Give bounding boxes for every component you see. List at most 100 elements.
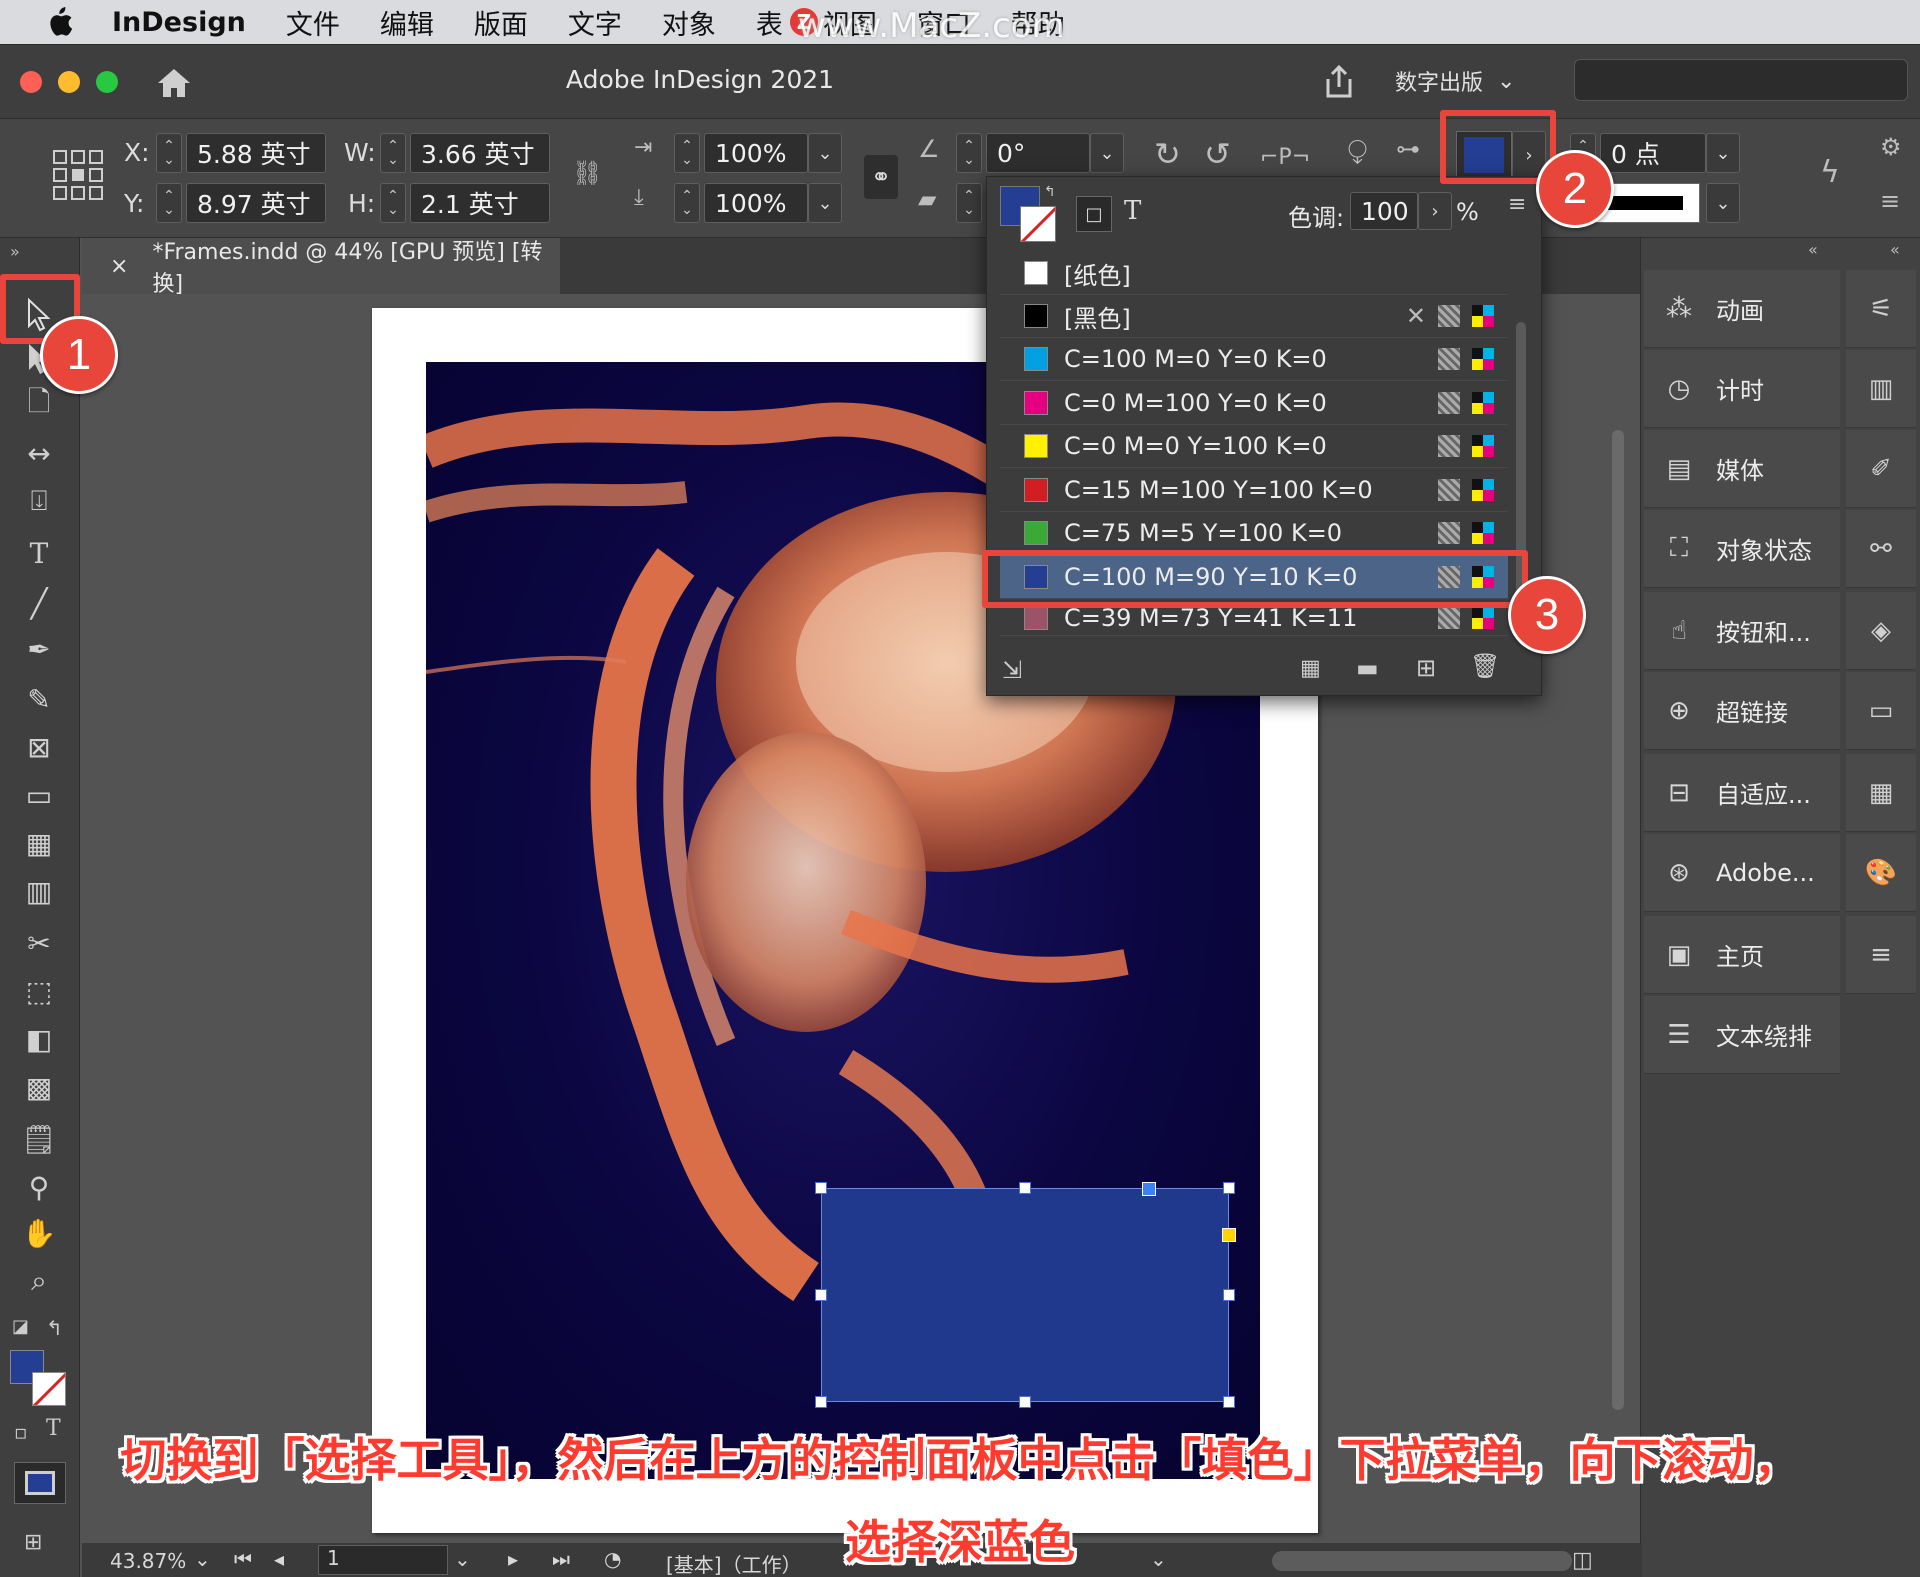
rotate-dropdown[interactable]: ⌄ bbox=[1090, 133, 1124, 173]
collapse-dock-icon[interactable]: « bbox=[1890, 240, 1900, 259]
document-tab[interactable]: × *Frames.indd @ 44% [GPU 预览] [转换] bbox=[82, 238, 560, 297]
panel-menu-icon[interactable]: ≡ bbox=[1880, 187, 1900, 215]
formatting-container-toggle[interactable]: □ bbox=[1076, 196, 1112, 232]
w-field[interactable]: 3.66 英寸 bbox=[410, 133, 550, 173]
scale-y-field[interactable]: 100% bbox=[704, 183, 808, 223]
scale-y-dropdown[interactable]: ⌄ bbox=[808, 183, 842, 223]
y-field[interactable]: 8.97 英寸 bbox=[186, 183, 326, 223]
frame-handle-mr[interactable] bbox=[1223, 1289, 1235, 1301]
gradient-swatch-tool-icon[interactable]: ◧ bbox=[16, 1020, 62, 1058]
frame-handle-ml[interactable] bbox=[815, 1289, 827, 1301]
panel-object-states[interactable]: ⛶ 对象状态 bbox=[1644, 510, 1840, 588]
panel-hyperlinks[interactable]: ⊕ 超链接 bbox=[1644, 672, 1840, 750]
swap-fill-stroke-icon[interactable]: ↰ bbox=[1044, 184, 1056, 200]
swap-colors-icon[interactable]: ↰ bbox=[46, 1316, 63, 1340]
search-input[interactable] bbox=[1574, 59, 1908, 101]
menu-edit[interactable]: 编辑 bbox=[380, 3, 434, 42]
workspace-switcher[interactable]: 数字出版 ⌄ bbox=[1395, 65, 1515, 97]
swatch-views-icon[interactable]: ▦ bbox=[1300, 656, 1321, 681]
stroke-weight-dropdown[interactable]: ⌄ bbox=[1706, 133, 1740, 173]
panel-liquid-layout[interactable]: ⊟ 自适应... bbox=[1644, 754, 1840, 832]
menu-layout[interactable]: 版面 bbox=[474, 3, 528, 42]
swatch-row[interactable]: [纸色] bbox=[1000, 252, 1508, 295]
hand-tool-icon[interactable]: ✋ bbox=[16, 1214, 62, 1252]
panel-adobe[interactable]: ⊛ Adobe... bbox=[1644, 834, 1840, 912]
scale-x-stepper[interactable]: ⌃ ⌄ bbox=[674, 133, 700, 173]
swatches-panel-icon[interactable]: ▦ bbox=[1846, 754, 1916, 832]
stroke-color-box[interactable] bbox=[32, 1372, 66, 1406]
color-palette-icon[interactable]: 🎨 bbox=[1846, 834, 1916, 912]
frame-handle-tc[interactable] bbox=[1019, 1182, 1031, 1194]
rotate-field[interactable]: 0° bbox=[986, 133, 1090, 173]
new-swatch-icon[interactable]: ⊞ bbox=[1416, 654, 1436, 682]
cc-libraries-icon[interactable]: ▥ bbox=[1846, 350, 1916, 428]
trash-icon[interactable]: 🗑 bbox=[1470, 652, 1500, 680]
reference-point-icon[interactable] bbox=[52, 149, 104, 201]
swatch-row[interactable]: C=75 M=5 Y=100 K=0 bbox=[1000, 512, 1508, 555]
line-tool-icon[interactable]: ╱ bbox=[16, 584, 62, 622]
select-content-icon[interactable]: ⊶ bbox=[1396, 135, 1420, 163]
menu-app-name[interactable]: InDesign bbox=[112, 7, 246, 38]
formatting-container-icon[interactable]: ▫ bbox=[14, 1420, 28, 1444]
menu-table[interactable]: 表 bbox=[756, 3, 783, 42]
frame-handle-bc[interactable] bbox=[1019, 1396, 1031, 1408]
formatting-text-toggle[interactable]: T bbox=[1124, 196, 1141, 226]
scale-x-field[interactable]: 100% bbox=[704, 133, 808, 173]
panel-buttons[interactable]: ☝ 按钮和... bbox=[1644, 592, 1840, 670]
edit-icon[interactable]: ✐ bbox=[1846, 430, 1916, 508]
home-icon[interactable] bbox=[156, 65, 192, 101]
sw-stroke-box[interactable] bbox=[1020, 206, 1056, 242]
frame-handle-tl[interactable] bbox=[815, 1182, 827, 1194]
frame-handle-tr[interactable] bbox=[1223, 1182, 1235, 1194]
x-field[interactable]: 5.88 英寸 bbox=[186, 133, 326, 173]
frame-handle-br[interactable] bbox=[1223, 1396, 1235, 1408]
rotate-cw-icon[interactable]: ↻ bbox=[1154, 135, 1181, 173]
share-icon[interactable] bbox=[1320, 63, 1358, 101]
zoom-tool-icon[interactable]: ⌕ bbox=[16, 1262, 62, 1300]
zoom-window-button[interactable] bbox=[96, 71, 118, 93]
w-stepper[interactable]: ⌃ ⌄ bbox=[380, 133, 406, 173]
default-colors-icon[interactable]: ◪ bbox=[12, 1316, 29, 1337]
constrain-proportions-icon[interactable]: ⛓ bbox=[572, 159, 602, 187]
y-stepper[interactable]: ⌃ ⌄ bbox=[156, 183, 182, 223]
pen-tool-icon[interactable]: ✒ bbox=[16, 630, 62, 668]
collapse-panels-icon[interactable]: « bbox=[1808, 240, 1818, 259]
page-tool-icon[interactable]: 🗋 bbox=[16, 385, 62, 424]
menu-file[interactable]: 文件 bbox=[286, 3, 340, 42]
type-tool-icon[interactable]: T bbox=[16, 534, 62, 572]
note-tool-icon[interactable]: 🗒 bbox=[16, 1120, 62, 1158]
minimize-window-button[interactable] bbox=[58, 71, 80, 93]
new-group-icon[interactable]: ▬ bbox=[1356, 654, 1379, 682]
close-tab-icon[interactable]: × bbox=[110, 254, 128, 279]
menu-object[interactable]: 对象 bbox=[662, 3, 716, 42]
gap-tool-icon[interactable]: ↔ bbox=[16, 434, 62, 472]
panel-pages[interactable]: ▣ 主页 bbox=[1644, 916, 1840, 994]
rectangle-frame-tool-icon[interactable]: ⊠ bbox=[16, 728, 62, 766]
table-tool-icon[interactable]: ▦ bbox=[16, 824, 62, 862]
vertical-scrollbar[interactable] bbox=[1612, 430, 1624, 1410]
panel-media[interactable]: ▤ 媒体 bbox=[1644, 430, 1840, 508]
swatch-row[interactable]: C=100 M=0 Y=0 K=0 bbox=[1000, 338, 1508, 381]
frame-handle-bl[interactable] bbox=[815, 1396, 827, 1408]
swatch-row[interactable]: C=0 M=100 Y=0 K=0 bbox=[1000, 382, 1508, 425]
stroke-type-dropdown[interactable]: ⌄ bbox=[1706, 183, 1740, 223]
h-stepper[interactable]: ⌃ ⌄ bbox=[380, 183, 406, 223]
tint-slider-button[interactable]: › bbox=[1418, 192, 1452, 230]
panel-text-wrap[interactable]: ☰ 文本绕排 bbox=[1644, 996, 1840, 1074]
apple-icon[interactable] bbox=[44, 7, 84, 37]
flip-icon[interactable]: ⌐P¬ bbox=[1260, 145, 1310, 170]
gear-icon[interactable]: ⚙ bbox=[1880, 133, 1902, 161]
panel-animation[interactable]: ⁂ 动画 bbox=[1644, 270, 1840, 348]
gradient-feather-tool-icon[interactable]: ▩ bbox=[16, 1068, 62, 1106]
layers-icon[interactable]: ◈ bbox=[1846, 592, 1916, 670]
rectangle-tool-icon[interactable]: ▭ bbox=[16, 776, 62, 814]
panel-timing[interactable]: ◷ 计时 bbox=[1644, 350, 1840, 428]
links-icon[interactable]: ⚯ bbox=[1846, 510, 1916, 588]
selected-rectangle-frame[interactable] bbox=[821, 1188, 1229, 1402]
swatch-row[interactable]: C=0 M=0 Y=100 K=0 bbox=[1000, 425, 1508, 468]
close-window-button[interactable] bbox=[20, 71, 42, 93]
swatch-row[interactable]: [黑色] ✕ bbox=[1000, 295, 1508, 338]
stroke-weight-field[interactable]: 0 点 bbox=[1600, 133, 1706, 173]
expand-tools-icon[interactable]: » bbox=[10, 242, 20, 261]
swatches-menu-icon[interactable]: ≡ bbox=[1508, 192, 1526, 217]
